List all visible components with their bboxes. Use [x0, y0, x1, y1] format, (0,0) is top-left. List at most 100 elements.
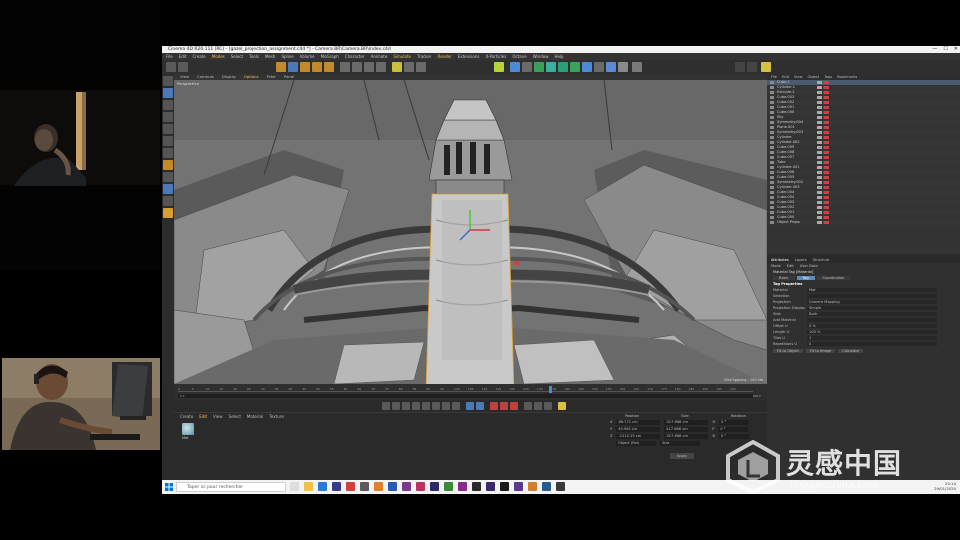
material-thumbnail[interactable]	[182, 423, 194, 435]
app-icon-6[interactable]	[402, 482, 411, 491]
app-icon-15[interactable]	[542, 482, 551, 491]
menu-edit[interactable]: Edit	[179, 53, 187, 60]
coord-system-icon[interactable]	[376, 62, 386, 72]
visibility-icon[interactable]	[817, 206, 829, 209]
timeline[interactable]: 0 5 10 15 20 25 30 35 40 45 50 55 60 65 70 75 80 85 90 95 10…	[174, 384, 767, 400]
mat-menu-edit[interactable]: Edit	[199, 414, 207, 419]
autokey-icon[interactable]	[500, 402, 508, 410]
system-tray[interactable]: 20:14 29/01/2020	[934, 481, 956, 491]
light-icon[interactable]	[594, 62, 604, 72]
make-editable-icon[interactable]	[163, 76, 173, 86]
rotation-key-icon[interactable]	[544, 402, 552, 410]
previous-key-icon[interactable]	[392, 402, 400, 410]
visibility-icon[interactable]	[817, 146, 829, 149]
go-to-end-icon[interactable]	[452, 402, 460, 410]
keyframe-icon[interactable]	[476, 402, 484, 410]
app-icon-8[interactable]	[430, 482, 439, 491]
rotation-p-field[interactable]: 0 °	[718, 427, 749, 432]
windows-start-icon[interactable]	[165, 483, 173, 491]
sky-icon[interactable]	[618, 62, 628, 72]
move-icon[interactable]	[288, 62, 298, 72]
visibility-icon[interactable]	[817, 81, 829, 84]
subtab-basic[interactable]: Basic	[773, 276, 795, 280]
octane-icon[interactable]	[632, 62, 642, 72]
rotate-icon[interactable]	[312, 62, 322, 72]
tab-layers[interactable]: Layers	[795, 258, 807, 262]
undo-icon[interactable]	[166, 62, 176, 72]
model-mode-icon[interactable]	[163, 88, 173, 98]
start-frame[interactable]: 0 F	[180, 394, 185, 398]
menu-mograph[interactable]: MoGraph	[321, 53, 339, 60]
live-select-icon[interactable]	[276, 62, 286, 72]
next-frame-icon[interactable]	[432, 402, 440, 410]
obj-menu-tags[interactable]: Tags	[824, 75, 832, 79]
menu-spline[interactable]: Spline	[281, 53, 293, 60]
menu-render[interactable]: Render	[437, 53, 451, 60]
y-axis-icon[interactable]	[352, 62, 362, 72]
fit-to-object-button[interactable]: Fit to Object	[773, 349, 803, 353]
keyframe-selection-icon[interactable]	[510, 402, 518, 410]
timeline-settings-icon[interactable]	[558, 402, 566, 410]
menu-volume[interactable]: Volume	[300, 53, 315, 60]
file-explorer-icon[interactable]	[304, 482, 313, 491]
floor-icon[interactable]	[606, 62, 616, 72]
material-name[interactable]: Mat	[182, 436, 189, 440]
rotation-h-field[interactable]: 0 °	[719, 420, 750, 425]
workplane-icon[interactable]	[163, 112, 173, 122]
scale-key-icon[interactable]	[534, 402, 542, 410]
maximize-button[interactable]: ☐	[943, 46, 947, 53]
visibility-icon[interactable]	[817, 101, 829, 104]
deformer-icon[interactable]	[546, 62, 556, 72]
menu-select[interactable]: Select	[231, 53, 243, 60]
menu-window[interactable]: Window	[533, 53, 549, 60]
snap-icon[interactable]	[163, 184, 173, 194]
calculate-button[interactable]: Calculate	[838, 349, 863, 353]
play-backward-icon[interactable]	[412, 402, 420, 410]
viewport[interactable]: Perspective Grid Spacing : 100 cm	[174, 80, 767, 384]
previous-frame-icon[interactable]	[402, 402, 410, 410]
mat-menu-view[interactable]: View	[213, 414, 223, 419]
scale-icon[interactable]	[300, 62, 310, 72]
size-x-field[interactable]: 417.668 cm	[664, 420, 709, 425]
visibility-icon[interactable]	[817, 161, 829, 164]
render-picture-viewer-icon[interactable]	[404, 62, 414, 72]
environment-icon[interactable]	[558, 62, 568, 72]
size-mode-dropdown[interactable]: Size	[660, 441, 700, 446]
obj-menu-object[interactable]: Object	[808, 75, 820, 79]
redo-icon[interactable]	[178, 62, 188, 72]
attr-field[interactable]	[807, 294, 937, 298]
x-axis-icon[interactable]	[340, 62, 350, 72]
attr-field[interactable]: Simple	[807, 306, 937, 310]
attr-field[interactable]: Camera Mapping	[807, 300, 937, 304]
visibility-icon[interactable]	[817, 221, 829, 224]
menu-mesh[interactable]: Mesh	[265, 53, 276, 60]
visibility-icon[interactable]	[817, 171, 829, 174]
app-icon-9[interactable]	[444, 482, 453, 491]
app-icon-11[interactable]	[472, 482, 481, 491]
mograph-icon[interactable]	[570, 62, 580, 72]
visibility-icon[interactable]	[817, 91, 829, 94]
layout-icon[interactable]	[735, 62, 745, 72]
app-icon-13[interactable]	[514, 482, 523, 491]
attr-field[interactable]: 100 %	[807, 330, 937, 334]
edge-icon[interactable]	[318, 482, 327, 491]
tweak-mode-icon[interactable]	[163, 172, 173, 182]
attr-field[interactable]: Mat	[807, 288, 937, 292]
app-icon-2[interactable]	[346, 482, 355, 491]
obj-menu-file[interactable]: File	[771, 75, 777, 79]
app-icon-7[interactable]	[416, 482, 425, 491]
menu-octane[interactable]: Octane	[512, 53, 526, 60]
menu-animate[interactable]: Animate	[371, 53, 388, 60]
play-icon[interactable]	[422, 402, 430, 410]
app-icon-4[interactable]	[374, 482, 383, 491]
timeline-ruler[interactable]: 0 5 10 15 20 25 30 35 40 45 50 55 60 65 70 75 80 85 90 95 10…	[178, 387, 753, 392]
close-button[interactable]: ✕	[954, 46, 958, 53]
axis-mode-icon[interactable]	[163, 160, 173, 170]
attr-menu-mode[interactable]: Mode	[771, 264, 781, 268]
attr-field[interactable]	[807, 318, 937, 322]
texture-mode-icon[interactable]	[163, 100, 173, 110]
loop-icon[interactable]	[466, 402, 474, 410]
visibility-icon[interactable]	[817, 86, 829, 89]
visibility-icon[interactable]	[817, 116, 829, 119]
solo-icon[interactable]	[163, 208, 173, 218]
